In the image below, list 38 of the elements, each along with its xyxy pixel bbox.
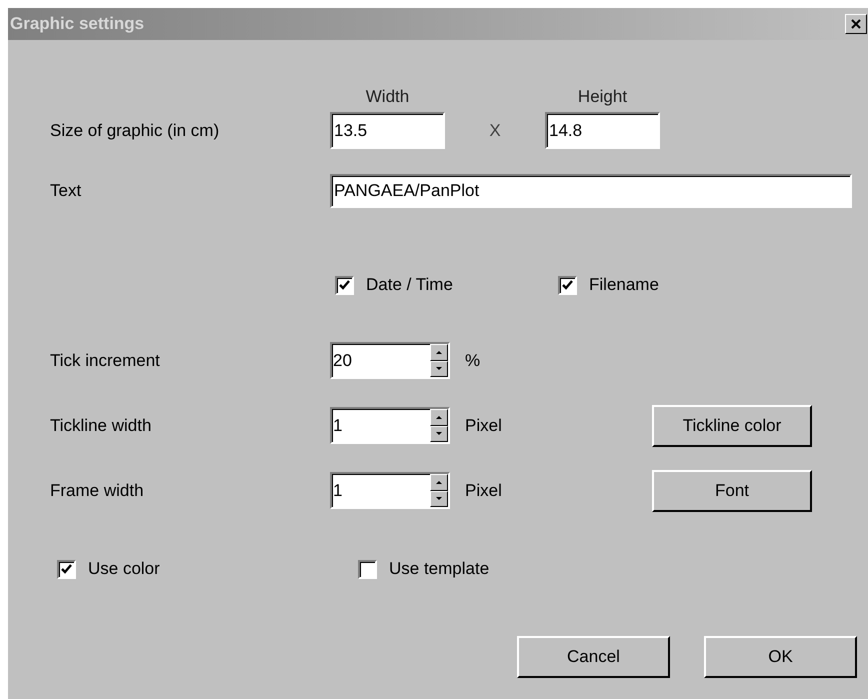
checkbox-label: Date / Time [366, 274, 453, 296]
checkbox-label: Filename [589, 274, 659, 296]
column-label: Width [364, 86, 410, 108]
unit-label: % [464, 350, 482, 372]
field-label: Tick increment [50, 350, 161, 372]
checkbox[interactable] [57, 560, 76, 578]
unit-label: Pixel [464, 414, 503, 437]
check-icon [562, 280, 573, 290]
field-label: Tickline width [50, 414, 152, 437]
checkbox[interactable] [335, 276, 354, 294]
checkbox-label: Use color [88, 558, 160, 580]
column-label: Height [576, 86, 628, 108]
action-button[interactable]: Font [652, 470, 812, 512]
field-label: Frame width [50, 480, 145, 502]
close-icon [851, 19, 861, 29]
field-label: Size of graphic (in cm) [50, 120, 220, 142]
unit-label: Pixel [464, 480, 503, 502]
spinner-field[interactable]: 20 [330, 342, 450, 379]
window-title: Graphic settings [10, 13, 144, 36]
spinner-field[interactable]: 1 [330, 472, 450, 509]
check-icon [339, 280, 350, 290]
spin-arrows-icon[interactable] [430, 474, 448, 507]
checkbox[interactable] [558, 276, 577, 294]
input-field[interactable]: 14.8 [545, 112, 660, 149]
checkbox[interactable] [358, 560, 377, 578]
action-button[interactable]: Tickline color [652, 404, 812, 446]
spinner-field[interactable]: 1 [330, 407, 450, 444]
close-button[interactable] [845, 14, 867, 34]
dialog-button[interactable]: OK [704, 636, 857, 678]
multiply-sign: X [488, 120, 502, 142]
checkbox-label: Use template [389, 558, 490, 580]
spin-arrows-icon[interactable] [430, 344, 448, 377]
check-icon [61, 564, 72, 574]
input-field[interactable]: 13.5 [330, 112, 445, 149]
spin-arrows-icon[interactable] [430, 409, 448, 442]
input-field[interactable]: PANGAEA/PanPlot [330, 174, 852, 208]
field-label: Text [50, 180, 82, 202]
dialog-button[interactable]: Cancel [517, 636, 670, 678]
